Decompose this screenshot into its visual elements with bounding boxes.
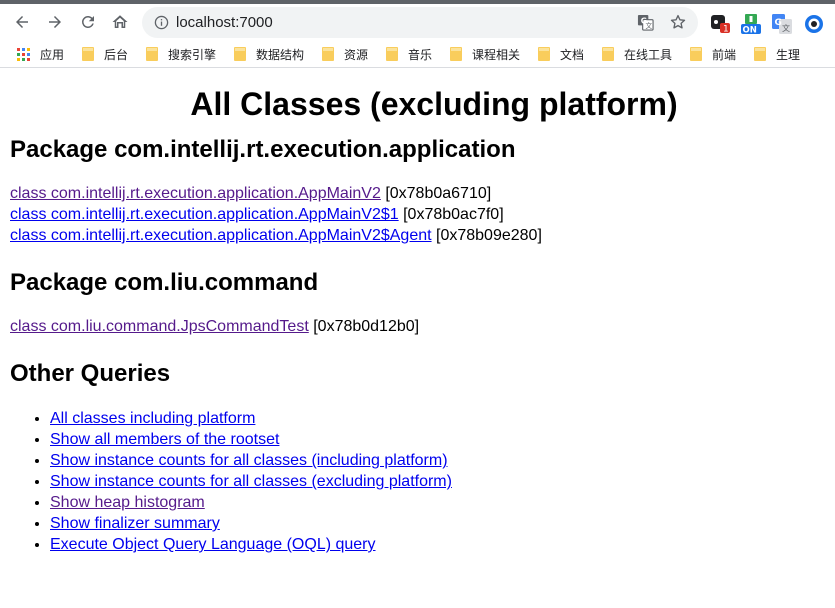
arrow-right-icon — [49, 16, 61, 28]
page-content: All Classes (excluding platform) Package… — [10, 69, 828, 555]
bookmark-star-icon[interactable] — [669, 13, 687, 31]
bookmark-label: 数据结构 — [256, 47, 305, 62]
bookmark-folder[interactable]: 数据结构 — [234, 44, 304, 64]
bookmark-folder[interactable]: 前端 — [690, 44, 736, 64]
bookmark-label: 应用 — [40, 47, 65, 62]
home-button[interactable] — [106, 8, 134, 36]
query-link[interactable]: Show finalizer summary — [50, 515, 220, 532]
bookmark-apps[interactable]: 应用 — [17, 44, 64, 64]
google-translate-extension-icon[interactable]: G 文 — [772, 14, 792, 34]
home-icon — [112, 15, 128, 28]
bookmark-folder[interactable]: 音乐 — [386, 44, 432, 64]
forward-button[interactable] — [41, 8, 69, 36]
query-item: Show instance counts for all classes (ex… — [50, 471, 828, 492]
query-item: Show all members of the rootset — [50, 429, 828, 450]
folder-icon — [234, 47, 246, 61]
folder-icon — [450, 47, 462, 61]
query-link[interactable]: Show all members of the rootset — [50, 431, 279, 448]
package-heading: Package com.liu.command — [10, 269, 319, 296]
class-address: [0x78b0a6710] — [385, 185, 492, 202]
bookmark-label: 文档 — [560, 47, 585, 62]
bookmark-folder[interactable]: 资源 — [322, 44, 368, 64]
svg-text:文: 文 — [646, 21, 653, 30]
query-link[interactable]: Execute Object Query Language (OQL) quer… — [50, 536, 376, 553]
bookmark-label: 在线工具 — [624, 47, 673, 62]
bookmark-label: 音乐 — [408, 47, 433, 62]
query-link[interactable]: Show instance counts for all classes (in… — [50, 452, 448, 469]
query-item: Show instance counts for all classes (in… — [50, 450, 828, 471]
query-item: All classes including platform — [50, 408, 828, 429]
folder-icon — [754, 47, 766, 61]
bookmarks-bar: 应用 后台 搜索引擎 数据结构 资源 音乐 课程相关 文档 在线工具 前端 生理 — [0, 40, 835, 68]
back-button[interactable] — [8, 8, 36, 36]
other-queries-heading: Other Queries — [10, 360, 171, 387]
class-list: class com.intellij.rt.execution.applicat… — [10, 183, 828, 246]
query-item: Show finalizer summary — [50, 513, 828, 534]
query-item: Show heap histogram — [50, 492, 828, 513]
bookmark-label: 课程相关 — [472, 47, 521, 62]
folder-icon — [386, 47, 398, 61]
bookmark-folder[interactable]: 生理 — [754, 44, 800, 64]
page-title: All Classes (excluding platform) — [190, 86, 678, 122]
address-bar[interactable]: localhost:7000 G 文 — [142, 7, 698, 38]
class-address: [0x78b09e280] — [436, 227, 542, 244]
reload-icon — [81, 15, 94, 28]
class-entry: class com.intellij.rt.execution.applicat… — [10, 183, 828, 204]
class-address: [0x78b0ac7f0] — [403, 206, 504, 223]
bookmark-label: 前端 — [712, 47, 737, 62]
svg-text:G: G — [775, 18, 782, 28]
folder-icon — [322, 47, 334, 61]
query-item: Execute Object Query Language (OQL) quer… — [50, 534, 828, 555]
reload-button[interactable] — [74, 8, 102, 36]
folder-icon — [82, 47, 94, 61]
class-address: [0x78b0d12b0] — [313, 318, 420, 335]
extension-badge-icon[interactable]: 1 — [710, 14, 730, 34]
folder-icon — [538, 47, 550, 61]
apps-grid-icon — [17, 47, 30, 61]
arrow-left-icon — [16, 16, 28, 28]
folder-icon — [146, 47, 158, 61]
url-text[interactable]: localhost:7000 — [176, 14, 273, 31]
bookmark-label: 生理 — [776, 47, 801, 62]
eye-extension-icon[interactable] — [804, 14, 824, 34]
class-entry: class com.intellij.rt.execution.applicat… — [10, 204, 828, 225]
extension-on-label: ON — [743, 26, 757, 35]
package-heading: Package com.intellij.rt.execution.applic… — [10, 136, 516, 163]
class-link[interactable]: class com.intellij.rt.execution.applicat… — [10, 227, 432, 244]
page-viewport: All Classes (excluding platform) Package… — [0, 69, 835, 608]
bookmark-folder[interactable]: 搜索引擎 — [146, 44, 216, 64]
info-icon[interactable] — [154, 15, 169, 30]
class-entry: class com.intellij.rt.execution.applicat… — [10, 225, 828, 246]
bookmark-label: 后台 — [104, 47, 129, 62]
bookmark-folder[interactable]: 后台 — [82, 44, 128, 64]
class-link[interactable]: class com.intellij.rt.execution.applicat… — [10, 206, 399, 223]
bookmark-folder[interactable]: 在线工具 — [602, 44, 672, 64]
extension-badge-count: 1 — [723, 25, 729, 35]
class-link[interactable]: class com.liu.command.JpsCommandTest — [10, 318, 309, 335]
bookmark-label: 搜索引擎 — [168, 47, 217, 62]
bookmark-folder[interactable]: 文档 — [538, 44, 584, 64]
extension-on-icon[interactable]: ON — [741, 14, 761, 34]
bookmark-label: 资源 — [344, 47, 369, 62]
folder-icon — [602, 47, 614, 61]
bookmark-folder[interactable]: 课程相关 — [450, 44, 520, 64]
svg-text:文: 文 — [782, 23, 790, 33]
query-link[interactable]: All classes including platform — [50, 410, 255, 427]
queries-list: All classes including platform Show all … — [10, 408, 828, 555]
class-list: class com.liu.command.JpsCommandTest [0x… — [10, 316, 828, 337]
query-link[interactable]: Show instance counts for all classes (ex… — [50, 473, 452, 490]
folder-icon — [690, 47, 702, 61]
class-entry: class com.liu.command.JpsCommandTest [0x… — [10, 316, 828, 337]
query-link[interactable]: Show heap histogram — [50, 494, 205, 511]
browser-toolbar: localhost:7000 G 文 1 ON G 文 — [0, 4, 835, 40]
translate-icon[interactable]: G 文 — [637, 14, 654, 31]
class-link[interactable]: class com.intellij.rt.execution.applicat… — [10, 185, 381, 202]
